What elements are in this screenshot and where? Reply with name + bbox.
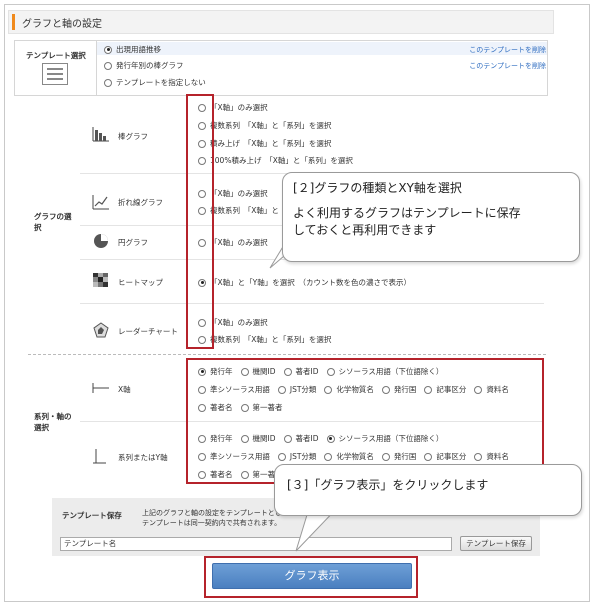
graph-select-label: グラフの選択	[34, 212, 72, 232]
template-option-2[interactable]: テンプレートを指定しない	[104, 77, 206, 88]
template-name-input[interactable]: テンプレート名	[60, 537, 452, 551]
graph-type-highlight	[186, 94, 214, 349]
option-label: 複数系列 「X軸」と「系列」を選択	[210, 335, 332, 344]
radar-option-1[interactable]: 複数系列 「X軸」と「系列」を選択	[198, 334, 331, 345]
option-label: 「X軸」と「Y軸」を選択 （カウント数を色の濃さで表示）	[210, 278, 411, 287]
y-axis-icon	[93, 449, 106, 464]
template-save-button[interactable]: テンプレート保存	[460, 536, 532, 551]
callout-text: しておくと再利用できます	[293, 223, 437, 237]
template-save-label: テンプレート保存	[62, 511, 122, 520]
option-label: 「X軸」のみ選択	[210, 189, 268, 198]
x-axis-icon	[92, 383, 109, 393]
pie-chart-icon	[94, 234, 108, 248]
section-divider	[28, 354, 546, 355]
option-label: 「X軸」のみ選択	[210, 318, 268, 327]
callout-step3: [３]「グラフ表示」をクリックします	[274, 464, 582, 516]
bar-option-3[interactable]: 100%積み上げ 「X軸」と「系列」を選択	[198, 155, 353, 166]
template-option-0[interactable]: 出現用語推移	[104, 44, 161, 55]
template-option-label: 出現用語推移	[116, 45, 161, 54]
chart-name-bar: 棒グラフ	[118, 132, 148, 141]
heatmap-option-0[interactable]: 「X軸」と「Y軸」を選択 （カウント数を色の濃さで表示）	[198, 277, 411, 288]
divider	[80, 303, 544, 304]
chart-name-radar: レーダーチャート	[118, 327, 178, 336]
y-axis-name: 系列またはY軸	[118, 453, 168, 462]
option-label: 積み上げ 「X軸」と「系列」を選択	[210, 139, 332, 148]
heatmap-icon	[93, 273, 108, 287]
template-select-label: テンプレート選択	[26, 51, 86, 60]
radio-button[interactable]	[104, 45, 112, 54]
option-label: 100%積み上げ 「X軸」と「系列」を選択	[210, 156, 353, 165]
radio-button[interactable]	[104, 61, 112, 70]
x-axis-name: X軸	[118, 385, 131, 394]
bar-chart-icon	[92, 127, 109, 142]
template-option-1[interactable]: 発行年別の棒グラフ	[104, 60, 184, 71]
axis-select-label: 系列・軸の選択	[34, 412, 72, 432]
template-option-label: 発行年別の棒グラフ	[116, 61, 184, 70]
option-label: 複数系列 「X軸」と「系列」を選択	[210, 121, 332, 130]
bar-option-2[interactable]: 積み上げ 「X軸」と「系列」を選択	[198, 138, 331, 149]
callout-text: [２]グラフの種類とXY軸を選択	[293, 181, 462, 195]
chart-name-line: 折れ線グラフ	[118, 198, 163, 207]
line-chart-icon	[92, 195, 109, 210]
radar-chart-icon	[93, 322, 109, 338]
callout-step2: [２]グラフの種類とXY軸を選択 よく利用するグラフはテンプレートに保存 してお…	[282, 172, 580, 262]
delete-template-link[interactable]: このテンプレートを削除	[469, 61, 546, 71]
divider	[96, 40, 97, 96]
chart-name-heatmap: ヒートマップ	[118, 278, 163, 287]
option-label: 「X軸」のみ選択	[210, 103, 268, 112]
callout-text: よく利用するグラフはテンプレートに保存	[293, 206, 521, 220]
delete-template-link[interactable]: このテンプレートを削除	[469, 45, 546, 55]
header-accent	[12, 14, 15, 30]
template-icon	[42, 63, 68, 85]
show-graph-highlight	[204, 556, 418, 598]
callout-text: [３]「グラフ表示」をクリックします	[287, 478, 489, 492]
chart-name-pie: 円グラフ	[118, 238, 148, 247]
template-option-label: テンプレートを指定しない	[116, 78, 206, 87]
radio-button[interactable]	[104, 78, 112, 87]
page-title: グラフと軸の設定	[22, 19, 102, 30]
bar-option-1[interactable]: 複数系列 「X軸」と「系列」を選択	[198, 120, 331, 131]
option-label: 「X軸」のみ選択	[210, 238, 268, 247]
